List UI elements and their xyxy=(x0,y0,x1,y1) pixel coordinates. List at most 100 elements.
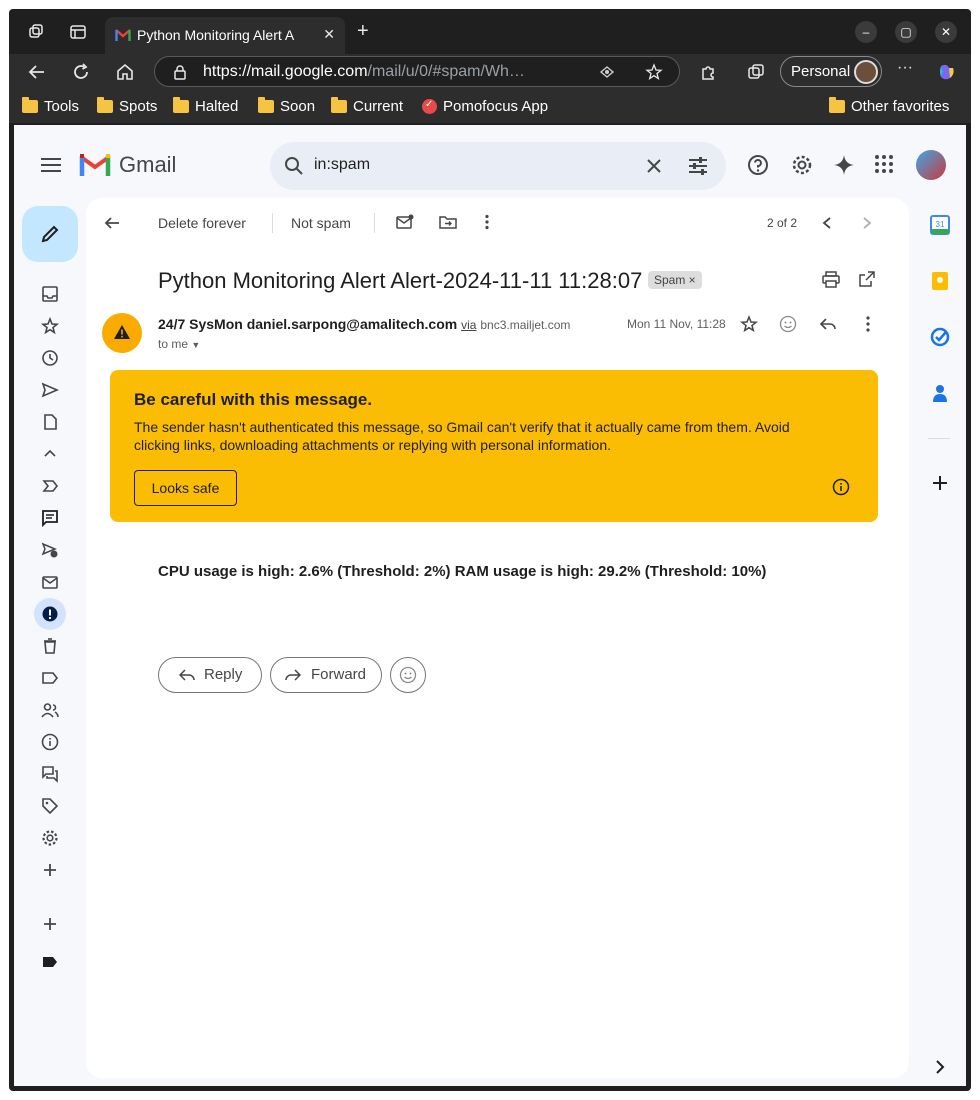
get-addons-plus-icon[interactable] xyxy=(930,473,950,493)
social-people-icon[interactable] xyxy=(41,701,59,719)
add-reaction-icon[interactable] xyxy=(779,315,797,333)
gmail-app: Gmail in:spam Delete forever Not spam 2 … xyxy=(14,125,966,1086)
open-new-window-icon[interactable] xyxy=(859,271,875,287)
lock-icon[interactable] xyxy=(173,65,187,80)
profile-button[interactable]: Personal xyxy=(780,56,882,87)
bookmark-folder-current[interactable]: Current xyxy=(331,97,403,115)
add-label-plus-icon[interactable] xyxy=(41,915,59,933)
minimize-icon[interactable]: – xyxy=(855,21,877,43)
gmail-logo[interactable]: Gmail xyxy=(79,152,176,178)
reply-button[interactable]: Reply xyxy=(158,657,262,693)
workspaces-icon[interactable] xyxy=(27,23,45,41)
manage-labels-gear-icon[interactable] xyxy=(41,829,59,847)
bookmark-folder-tools[interactable]: Tools xyxy=(22,97,79,115)
search-bar[interactable]: in:spam xyxy=(270,142,726,190)
looks-safe-button[interactable]: Looks safe xyxy=(134,470,237,506)
close-window-icon[interactable]: ✕ xyxy=(935,21,957,43)
contacts-icon[interactable] xyxy=(930,383,950,403)
bookmark-folder-halted[interactable]: Halted xyxy=(173,97,238,115)
reply-icon[interactable] xyxy=(819,315,837,333)
all-mail-icon[interactable] xyxy=(41,573,59,591)
recipient-details-toggle[interactable]: to me ▼ xyxy=(158,337,200,351)
bookmark-other-favorites[interactable]: Other favorites xyxy=(829,97,949,115)
gemini-sparkle-icon[interactable] xyxy=(833,154,855,176)
move-to-icon[interactable] xyxy=(439,214,457,230)
scheduled-icon[interactable] xyxy=(41,541,59,559)
trash-icon[interactable] xyxy=(41,637,59,655)
address-bar[interactable]: https://mail.google.com/mail/u/0/#spam/W… xyxy=(154,56,680,87)
print-icon[interactable] xyxy=(822,271,840,288)
favorite-star-icon[interactable] xyxy=(645,63,663,81)
compose-button[interactable] xyxy=(22,206,78,262)
sent-icon[interactable] xyxy=(41,381,59,399)
bookmark-folder-spots[interactable]: Spots xyxy=(97,97,157,115)
maximize-icon[interactable]: ▢ xyxy=(895,21,917,43)
extensions-icon[interactable] xyxy=(698,62,718,82)
back-icon[interactable] xyxy=(27,62,47,82)
delete-forever-button[interactable]: Delete forever xyxy=(158,215,246,231)
collections-icon[interactable] xyxy=(746,62,766,82)
keep-icon[interactable] xyxy=(930,271,950,291)
forward-button[interactable]: Forward xyxy=(270,657,382,693)
bookmark-pomofocus[interactable]: Pomofocus App xyxy=(422,98,548,115)
via-link[interactable]: via xyxy=(461,318,476,332)
snoozed-clock-icon[interactable] xyxy=(41,349,59,367)
forward-arrow-icon xyxy=(285,669,301,681)
reload-icon[interactable] xyxy=(71,62,91,82)
sender-name[interactable]: 24/7 SysMon xyxy=(158,316,243,332)
search-icon[interactable] xyxy=(284,156,304,176)
spam-label-chip[interactable]: Spam × xyxy=(648,271,702,289)
calendar-icon[interactable]: 31 xyxy=(930,215,950,235)
folder-icon xyxy=(258,97,274,113)
back-to-list-icon[interactable] xyxy=(104,215,120,231)
help-icon[interactable] xyxy=(747,154,769,176)
inbox-icon[interactable] xyxy=(41,285,59,303)
label-icon[interactable] xyxy=(41,669,59,687)
message-toolbar: Delete forever Not spam 2 of 2 xyxy=(86,198,909,246)
account-avatar[interactable] xyxy=(916,150,946,180)
settings-gear-icon[interactable] xyxy=(791,154,813,176)
tasks-icon[interactable] xyxy=(930,327,950,347)
more-menu-icon[interactable]: ··· xyxy=(897,59,913,77)
main-menu-icon[interactable] xyxy=(41,157,61,173)
home-icon[interactable] xyxy=(115,62,135,82)
mark-unread-icon[interactable] xyxy=(396,214,414,230)
updates-info-icon[interactable] xyxy=(41,733,59,751)
emoji-reaction-button[interactable] xyxy=(390,657,426,693)
tracking-prevention-icon[interactable] xyxy=(599,65,615,79)
forums-icon[interactable] xyxy=(41,765,59,783)
tab-actions-icon[interactable] xyxy=(69,23,87,41)
folder-icon xyxy=(331,97,347,113)
collapse-chevron-up-icon[interactable] xyxy=(41,445,59,463)
new-tab-icon[interactable]: + xyxy=(357,21,369,41)
create-label-plus-icon[interactable] xyxy=(41,861,59,879)
expand-panel-chevron-icon[interactable] xyxy=(930,1057,950,1077)
toolbar-divider xyxy=(374,213,375,233)
spam-icon[interactable] xyxy=(41,605,59,623)
older-chevron-right-icon[interactable] xyxy=(861,216,873,230)
label-filled-icon[interactable] xyxy=(41,953,59,971)
apps-grid-icon[interactable] xyxy=(874,154,894,174)
star-message-icon[interactable] xyxy=(740,315,758,333)
newer-chevron-left-icon[interactable] xyxy=(821,216,833,230)
drafts-icon[interactable] xyxy=(41,413,59,431)
clear-search-icon[interactable] xyxy=(642,154,666,178)
sender-avatar[interactable] xyxy=(102,313,142,353)
page-count: 2 of 2 xyxy=(767,216,798,230)
active-tab[interactable]: Python Monitoring Alert A ✕ xyxy=(105,17,345,54)
search-input[interactable]: in:spam xyxy=(314,156,370,174)
more-actions-icon[interactable] xyxy=(484,214,490,230)
bookmarks-bar: Tools Spots Halted Soon Current Pomofocu… xyxy=(9,89,971,123)
message-more-icon[interactable] xyxy=(865,315,871,333)
promotions-tag-icon[interactable] xyxy=(41,797,59,815)
important-icon[interactable] xyxy=(41,477,59,495)
chats-icon[interactable] xyxy=(41,509,59,527)
info-icon[interactable] xyxy=(832,478,850,496)
copilot-icon[interactable] xyxy=(937,62,957,82)
tab-close-icon[interactable]: ✕ xyxy=(323,26,335,43)
search-options-icon[interactable] xyxy=(686,154,710,178)
bookmark-folder-soon[interactable]: Soon xyxy=(258,97,315,115)
starred-icon[interactable] xyxy=(41,317,59,335)
not-spam-button[interactable]: Not spam xyxy=(291,215,351,231)
sender-email[interactable]: daniel.sarpong@amalitech.com xyxy=(247,316,458,332)
